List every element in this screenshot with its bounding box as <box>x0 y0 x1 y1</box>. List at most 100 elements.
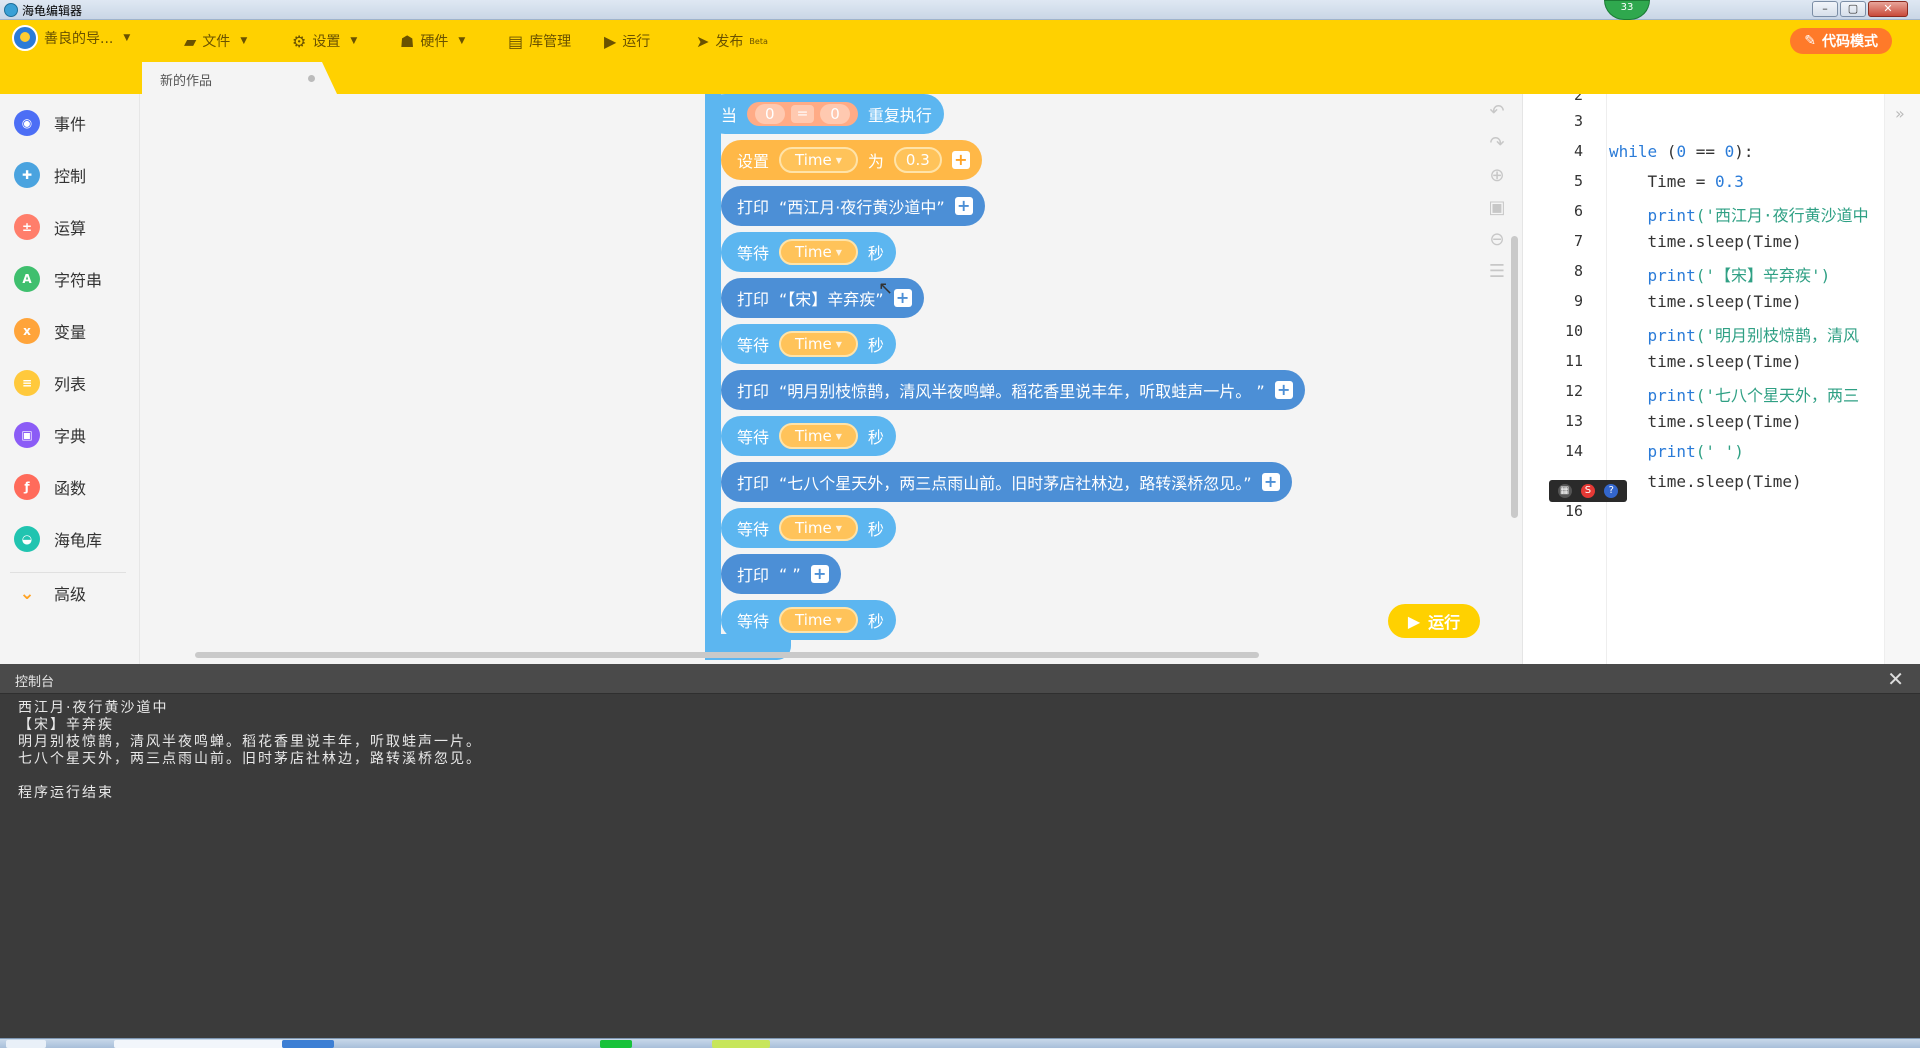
close-button[interactable]: ✕ <box>1868 1 1908 17</box>
while-loop-block[interactable]: 当 0 = 0 重复执行 <box>705 94 944 134</box>
taskbar-item[interactable] <box>282 1040 334 1048</box>
sidebar-item-label: 事件 <box>54 115 87 134</box>
print-block[interactable]: 打印 “ ” + <box>721 554 841 594</box>
print-text[interactable]: “西江月·夜行黄沙道中” <box>779 194 945 218</box>
block-label: 等待 <box>737 612 770 631</box>
code-line: print(' ') <box>1609 442 1744 461</box>
line-number: 7 <box>1573 232 1583 250</box>
wait-block[interactable]: 等待 Time ▼ 秒 <box>721 508 896 548</box>
variable-dropdown[interactable]: Time ▼ <box>779 607 858 633</box>
notification-badge[interactable]: 33 <box>1604 0 1650 20</box>
cleanup-icon[interactable]: ☰ <box>1489 262 1505 282</box>
taskbar-item[interactable] <box>114 1040 284 1048</box>
start-button[interactable] <box>6 1040 46 1048</box>
print-block[interactable]: 打印 “【宋】辛弃疾” + <box>721 278 924 318</box>
run-button[interactable]: ▶ 运行 <box>1388 604 1480 638</box>
code-line: print('明月别枝惊鹊，清风 <box>1609 322 1859 346</box>
add-icon[interactable]: + <box>1261 473 1280 491</box>
set-variable-block[interactable]: 设置 Time ▼ 为 0.3 + <box>721 140 982 180</box>
string-literal: ('明月别枝惊鹊，清风 <box>1695 326 1859 345</box>
menu-library[interactable]: ▤ 库管理 <box>508 31 571 51</box>
code-line: print('七八个星天外，两三 <box>1609 382 1859 406</box>
variable-dropdown[interactable]: Time ▼ <box>779 515 858 541</box>
variable-dropdown[interactable]: Time ▼ <box>779 423 858 449</box>
variable-dropdown[interactable]: Time ▼ <box>779 147 858 173</box>
function-icon: ƒ <box>14 474 40 500</box>
sidebar-item-operators[interactable]: ± 运算 <box>14 212 86 242</box>
panel-collapse-strip[interactable]: » <box>1884 94 1920 664</box>
block-label: 重复执行 <box>867 106 932 125</box>
code-mode-button[interactable]: ✎ 代码模式 <box>1790 28 1892 54</box>
print-block[interactable]: 打印 “西江月·夜行黄沙道中” + <box>721 186 985 226</box>
sidebar-item-advanced[interactable]: ⌄ 高级 <box>14 578 86 608</box>
line-number: 3 <box>1573 112 1583 130</box>
ime-toolbar[interactable]: ▦ S ? <box>1549 480 1627 502</box>
number-literal: 0 <box>1676 142 1687 161</box>
taskbar-item[interactable] <box>712 1040 770 1048</box>
maximize-button[interactable]: ▢ <box>1840 1 1866 17</box>
menu-bar: 善良的导... ▼ ▰ 文件 ▼ ⚙ 设置 ▼ ☗ 硬件 ▼ ▤ 库管理 ▶ 运… <box>0 20 1920 62</box>
redo-icon[interactable]: ↷ <box>1489 134 1504 154</box>
compare-operator[interactable]: = <box>790 105 815 123</box>
close-icon[interactable]: ✕ <box>1887 667 1904 691</box>
sidebar-item-variables[interactable]: x 变量 <box>14 316 86 346</box>
sidebar-item-functions[interactable]: ƒ 函数 <box>14 472 86 502</box>
block-workspace[interactable]: 当 0 = 0 重复执行 设置 Time ▼ 为 0.3 + 打印 “西江月·夜行… <box>141 94 1521 664</box>
code-token: == <box>1686 142 1725 161</box>
print-block[interactable]: 打印 “明月别枝惊鹊，清风半夜鸣蝉。稻花香里说丰年，听取蛙声一片。 ” + <box>721 370 1305 410</box>
print-text[interactable]: “【宋】辛弃疾” <box>779 286 884 310</box>
horizontal-scrollbar[interactable] <box>195 652 1259 658</box>
sidebar-item-events[interactable]: ◉ 事件 <box>14 108 86 138</box>
sidebar-item-lists[interactable]: ≡ 列表 <box>14 368 86 398</box>
menu-publish-label: 发布 <box>715 34 744 50</box>
wait-block[interactable]: 等待 Time ▼ 秒 <box>721 416 896 456</box>
add-icon[interactable]: + <box>954 197 973 215</box>
tab-new-work[interactable]: 新的作品 <box>142 62 337 94</box>
variable-dropdown[interactable]: Time ▼ <box>779 239 858 265</box>
minimize-button[interactable]: – <box>1812 1 1838 17</box>
wait-block[interactable]: 等待 Time ▼ 秒 <box>721 324 896 364</box>
add-icon[interactable]: + <box>951 151 970 169</box>
sidebar-item-turtle-library[interactable]: ◒ 海龟库 <box>14 524 102 554</box>
compare-left-value[interactable]: 0 <box>755 104 785 124</box>
compare-right-value[interactable]: 0 <box>820 104 850 124</box>
print-text[interactable]: “明月别枝惊鹊，清风半夜鸣蝉。稻花香里说丰年，听取蛙声一片。 ” <box>779 378 1265 402</box>
vertical-scrollbar[interactable] <box>1511 236 1518 518</box>
line-number: 14 <box>1564 442 1583 460</box>
function-name: print <box>1609 206 1696 225</box>
chevron-down-icon: ▼ <box>350 36 358 46</box>
add-icon[interactable]: + <box>893 289 912 307</box>
print-text[interactable]: “ ” <box>779 565 801 584</box>
sidebar-item-control[interactable]: ✚ 控制 <box>14 160 86 190</box>
tab-close-dot[interactable] <box>308 75 315 82</box>
sidebar-item-strings[interactable]: A 字符串 <box>14 264 102 294</box>
menu-publish[interactable]: ➤ 发布 Beta <box>696 31 768 51</box>
print-text[interactable]: “七八个星天外，两三点雨山前。旧时茅店社林边，路转溪桥忽见。” <box>779 470 1252 494</box>
set-value-input[interactable]: 0.3 <box>893 147 942 173</box>
fit-icon[interactable]: ▣ <box>1488 198 1505 218</box>
add-icon[interactable]: + <box>1274 381 1293 399</box>
sidebar-item-dictionary[interactable]: ▣ 字典 <box>14 420 86 450</box>
taskbar-item[interactable] <box>600 1040 632 1048</box>
compare-block[interactable]: 0 = 0 <box>747 102 858 126</box>
zoom-out-icon[interactable]: ⊖ <box>1489 230 1504 250</box>
list-icon: ≡ <box>14 370 40 396</box>
menu-file[interactable]: ▰ 文件 ▼ <box>184 31 247 51</box>
wait-block[interactable]: 等待 Time ▼ 秒 <box>721 600 896 640</box>
menu-settings-label: 设置 <box>312 34 341 50</box>
block-label: 秒 <box>867 520 884 539</box>
menu-hardware[interactable]: ☗ 硬件 ▼ <box>400 31 465 51</box>
variable-dropdown[interactable]: Time ▼ <box>779 331 858 357</box>
zoom-in-icon[interactable]: ⊕ <box>1489 166 1504 186</box>
line-number: 8 <box>1573 262 1583 280</box>
user-menu[interactable]: 善良的导... ▼ <box>12 25 130 51</box>
undo-icon[interactable]: ↶ <box>1489 102 1504 122</box>
wait-block[interactable]: 等待 Time ▼ 秒 <box>721 232 896 272</box>
beta-label: Beta <box>749 36 768 46</box>
menu-settings[interactable]: ⚙ 设置 ▼ <box>292 31 357 51</box>
menu-run[interactable]: ▶ 运行 <box>604 31 650 51</box>
chevron-down-icon: ▼ <box>835 155 842 165</box>
print-block[interactable]: 打印 “七八个星天外，两三点雨山前。旧时茅店社林边，路转溪桥忽见。” + <box>721 462 1292 502</box>
add-icon[interactable]: + <box>810 565 829 583</box>
